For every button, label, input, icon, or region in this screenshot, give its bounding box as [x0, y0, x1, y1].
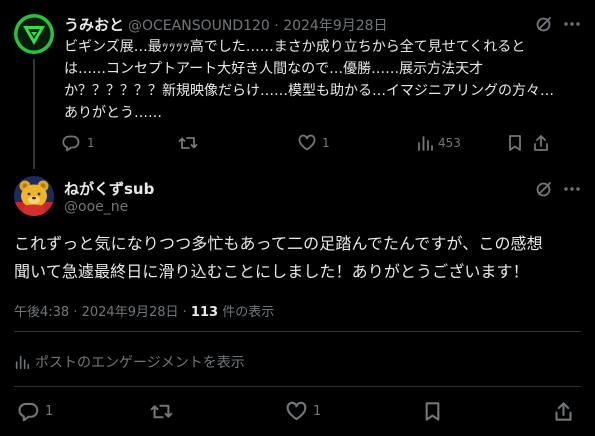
comment-icon [62, 134, 80, 152]
repost-icon [178, 134, 198, 152]
like-button[interactable]: 1 [298, 134, 330, 152]
reply-button[interactable]: 1 [18, 401, 53, 422]
thread-line [33, 59, 35, 169]
reply-button[interactable]: 1 [62, 134, 95, 152]
bar-chart-icon [416, 134, 434, 152]
view-count: 453 [438, 136, 461, 150]
avatar[interactable] [14, 176, 54, 216]
divider [14, 331, 581, 332]
like-count: 1 [322, 136, 330, 150]
grok-icon[interactable] [535, 15, 553, 33]
bar-chart-icon [14, 354, 30, 370]
post-text: これずっと気になりつつ多忙もあって二の足踏んでたんですが、この感想 聞いて急遽最… [14, 234, 543, 281]
post-date[interactable]: 2024年9月28日 [283, 18, 387, 34]
bookmark-button[interactable] [422, 401, 443, 422]
views-count: 113 [190, 305, 219, 320]
like-count: 1 [313, 404, 322, 419]
bookmark-button[interactable] [506, 134, 524, 152]
user-handle[interactable]: @OCEANSOUND120 [128, 18, 270, 34]
grok-icon[interactable] [535, 180, 553, 198]
post-header: うみおと @OCEANSOUND120 · 2024年9月28日 [64, 14, 388, 35]
more-icon[interactable] [563, 180, 581, 198]
bookmark-icon [422, 401, 443, 422]
heart-icon [298, 134, 316, 152]
share-button[interactable] [553, 401, 574, 422]
views-label: 件の表示 [218, 305, 275, 320]
avatar[interactable] [14, 14, 54, 54]
more-icon[interactable] [563, 15, 581, 33]
separator: · [269, 18, 284, 34]
heart-icon [286, 401, 307, 422]
repost-button[interactable] [150, 401, 178, 422]
user-handle[interactable]: @ooe_ne [64, 199, 128, 215]
post-text: ビギンズ展…最ｯｯｯｯ高でした……まさか成り立ちから全て見せてくれると は……コ… [64, 39, 554, 121]
repost-icon [150, 401, 173, 422]
post-time[interactable]: 午後4:38 [14, 305, 69, 320]
display-name[interactable]: ねがくずsub [64, 178, 154, 199]
views-button[interactable]: 453 [416, 134, 461, 152]
comment-icon [18, 401, 39, 422]
reply-count: 1 [45, 404, 54, 419]
post-date[interactable]: 2024年9月28日 [82, 305, 179, 320]
repost-button[interactable] [178, 134, 203, 152]
share-button[interactable] [532, 134, 550, 152]
view-engagement-link[interactable]: ポストのエンゲージメントを表示 [14, 352, 245, 372]
display-name[interactable]: うみおと [64, 16, 124, 34]
engagement-label: ポストのエンゲージメントを表示 [35, 355, 245, 371]
bookmark-icon [506, 134, 524, 152]
divider [14, 386, 581, 387]
post-metadata: 午後4:38 · 2024年9月28日 · 113 件の表示 [14, 305, 275, 320]
share-icon [553, 401, 574, 422]
share-icon [532, 134, 550, 152]
reply-count: 1 [87, 136, 95, 150]
like-button[interactable]: 1 [286, 401, 321, 422]
